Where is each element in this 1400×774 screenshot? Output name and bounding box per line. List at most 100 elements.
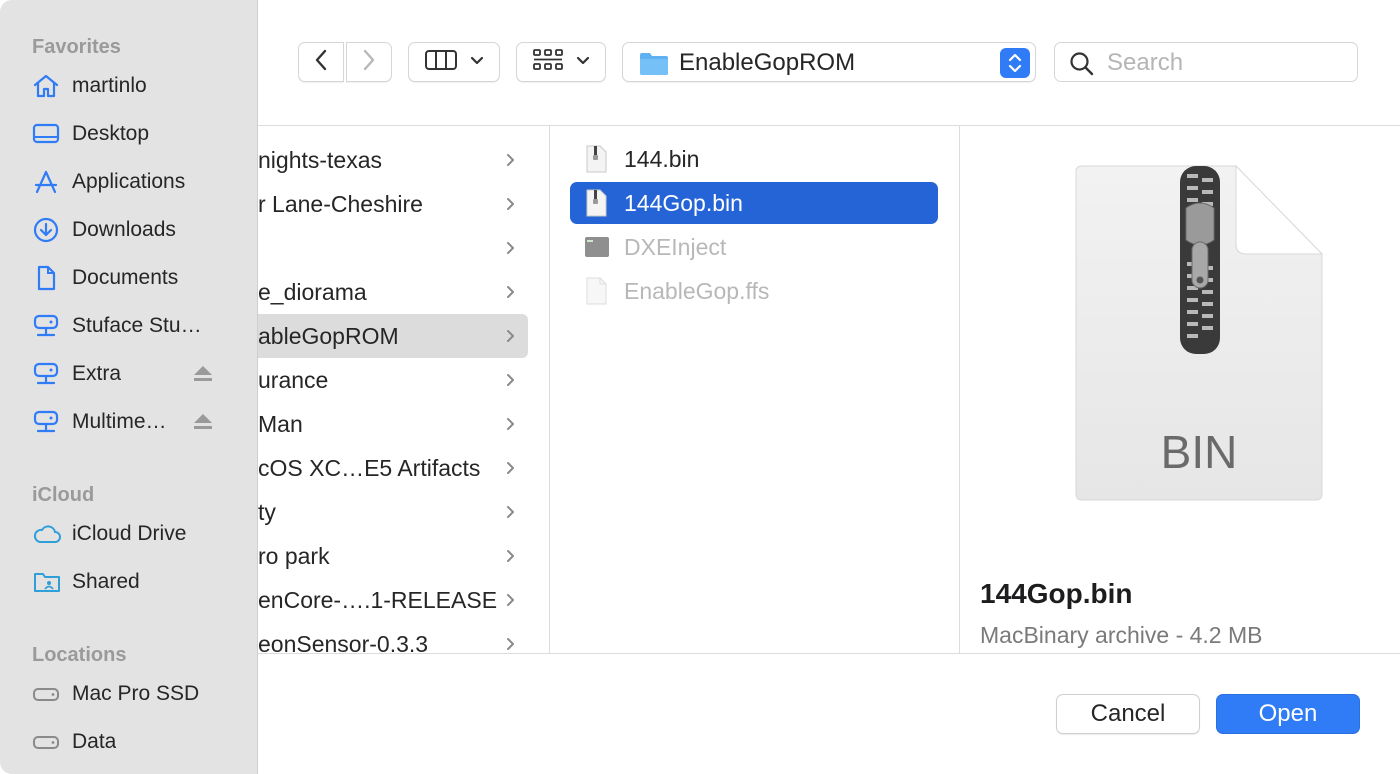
footer-divider xyxy=(258,653,1400,654)
list-item[interactable]: e_diorama xyxy=(258,274,528,310)
shared-folder-icon xyxy=(32,567,62,597)
sidebar-item-icloud-drive[interactable]: iCloud Drive xyxy=(32,514,232,554)
network-drive-icon xyxy=(32,311,62,341)
home-icon xyxy=(32,71,62,101)
cancel-button[interactable]: Cancel xyxy=(1056,694,1200,734)
list-item-label: eonSensor-0.3.3 xyxy=(258,630,429,654)
list-item[interactable]: ro park xyxy=(258,538,528,574)
group-grid-icon xyxy=(532,47,564,78)
network-drive-icon xyxy=(32,407,62,437)
desktop-icon xyxy=(32,119,62,149)
chevron-right-icon xyxy=(506,461,516,475)
browser-column-files: 144.bin 144Gop.bin DXEInject EnableGop.f… xyxy=(550,126,958,653)
search-field[interactable] xyxy=(1054,42,1358,82)
sidebar-item-stuface[interactable]: Stuface Stu… xyxy=(32,306,232,346)
chevron-down-icon xyxy=(576,53,590,71)
location-label: EnableGopROM xyxy=(679,49,856,76)
sidebar-item-label: Downloads xyxy=(72,218,176,241)
list-item-label: r Lane-Cheshire xyxy=(258,190,423,217)
preview-pane: BIN 144Gop.bin MacBinary archive - 4.2 M… xyxy=(960,126,1400,653)
list-item[interactable]: nights-texas xyxy=(258,142,528,178)
sidebar-item-multimedia[interactable]: Multime… xyxy=(32,402,232,442)
list-item-label: ro park xyxy=(258,542,330,569)
list-item-label: e_diorama xyxy=(258,278,367,305)
chevron-right-icon xyxy=(506,285,516,299)
list-item[interactable]: Man xyxy=(258,406,528,442)
sidebar-item-extra[interactable]: Extra xyxy=(32,354,232,394)
list-item[interactable]: enCore-….1-RELEASE xyxy=(258,582,528,618)
back-button[interactable] xyxy=(298,42,344,82)
eject-icon[interactable] xyxy=(192,362,214,384)
chevron-right-icon xyxy=(506,417,516,431)
list-item-label: nights-texas xyxy=(258,146,383,173)
network-drive-icon xyxy=(32,359,62,389)
list-item[interactable]: cOS XC…E5 Artifacts xyxy=(258,450,528,486)
chevron-right-icon xyxy=(506,153,516,167)
sidebar-item-documents[interactable]: Documents xyxy=(32,258,232,298)
sidebar-item-applications[interactable]: Applications xyxy=(32,162,232,202)
location-popup[interactable]: EnableGopROM xyxy=(622,42,1036,82)
sidebar-item-shared[interactable]: Shared xyxy=(32,562,232,602)
sidebar-item-data[interactable]: Data xyxy=(32,722,232,762)
list-item[interactable]: urance xyxy=(258,362,528,398)
chevron-right-icon xyxy=(506,505,516,519)
disk-icon xyxy=(32,679,62,709)
list-item-label: Man xyxy=(258,410,303,437)
chevron-right-icon xyxy=(506,373,516,387)
sidebar-item-label: Desktop xyxy=(72,122,150,145)
file-row-selected[interactable]: 144Gop.bin xyxy=(570,182,938,224)
chevron-right-icon xyxy=(506,593,516,607)
documents-icon xyxy=(32,263,62,293)
file-name: DXEInject xyxy=(624,233,727,260)
list-item-label: ableGopROM xyxy=(258,322,399,349)
list-item[interactable]: r Lane-Cheshire xyxy=(258,186,528,222)
up-down-stepper-icon xyxy=(1000,48,1030,78)
sidebar: Favorites martinlo Desktop Applications … xyxy=(0,0,258,774)
downloads-icon xyxy=(32,215,62,245)
file-row-disabled: DXEInject xyxy=(570,226,938,268)
file-name: EnableGop.ffs xyxy=(624,277,770,304)
file-row[interactable]: 144.bin xyxy=(570,138,938,180)
chevron-right-icon xyxy=(506,241,516,255)
group-by-button[interactable] xyxy=(516,42,606,82)
file-row-disabled: EnableGop.ffs xyxy=(570,270,938,312)
applications-icon xyxy=(32,167,62,197)
search-input[interactable] xyxy=(1107,47,1347,79)
view-mode-button[interactable] xyxy=(408,42,500,82)
columns-view-icon xyxy=(424,48,458,77)
eject-icon[interactable] xyxy=(192,410,214,432)
zip-archive-preview-icon: BIN xyxy=(1075,164,1324,501)
chevron-right-icon xyxy=(506,329,516,343)
document-zip-icon xyxy=(584,145,610,173)
preview-file-kind: MacBinary archive - 4.2 MB xyxy=(980,622,1263,648)
list-item[interactable] xyxy=(258,230,528,266)
terminal-exec-icon xyxy=(584,233,610,261)
sidebar-item-label: Stuface Stu… xyxy=(72,314,202,337)
list-item[interactable]: eonSensor-0.3.3 xyxy=(258,626,528,653)
chevron-right-icon xyxy=(362,48,376,77)
sidebar-item-label: Applications xyxy=(72,170,186,193)
sidebar-item-label: Mac Pro SSD xyxy=(72,682,200,705)
disk-icon xyxy=(32,727,62,757)
sidebar-item-label: Documents xyxy=(72,266,179,289)
chevron-down-icon xyxy=(470,53,484,71)
sidebar-item-downloads[interactable]: Downloads xyxy=(32,210,232,250)
folder-icon xyxy=(639,50,669,81)
list-item-label: enCore-….1-RELEASE xyxy=(258,586,498,613)
open-button[interactable]: Open xyxy=(1216,694,1360,734)
sidebar-item-label: martinlo xyxy=(72,74,147,97)
chevron-left-icon xyxy=(314,48,328,77)
document-zip-icon xyxy=(584,189,610,217)
file-type-label: BIN xyxy=(1161,426,1238,478)
list-item-selected[interactable]: ableGopROM xyxy=(258,314,528,358)
sidebar-item-desktop[interactable]: Desktop xyxy=(32,114,232,154)
sidebar-item-label: Multime… xyxy=(72,410,167,433)
file-name: 144.bin xyxy=(624,145,700,172)
sidebar-item-martinlo[interactable]: martinlo xyxy=(32,66,232,106)
list-item-label: cOS XC…E5 Artifacts xyxy=(258,454,481,481)
sidebar-item-mac-pro-ssd[interactable]: Mac Pro SSD xyxy=(32,674,232,714)
forward-button[interactable] xyxy=(346,42,392,82)
blank-document-icon xyxy=(584,277,610,305)
list-item[interactable]: ty xyxy=(258,494,528,530)
sidebar-section-favorites: Favorites xyxy=(32,36,121,58)
